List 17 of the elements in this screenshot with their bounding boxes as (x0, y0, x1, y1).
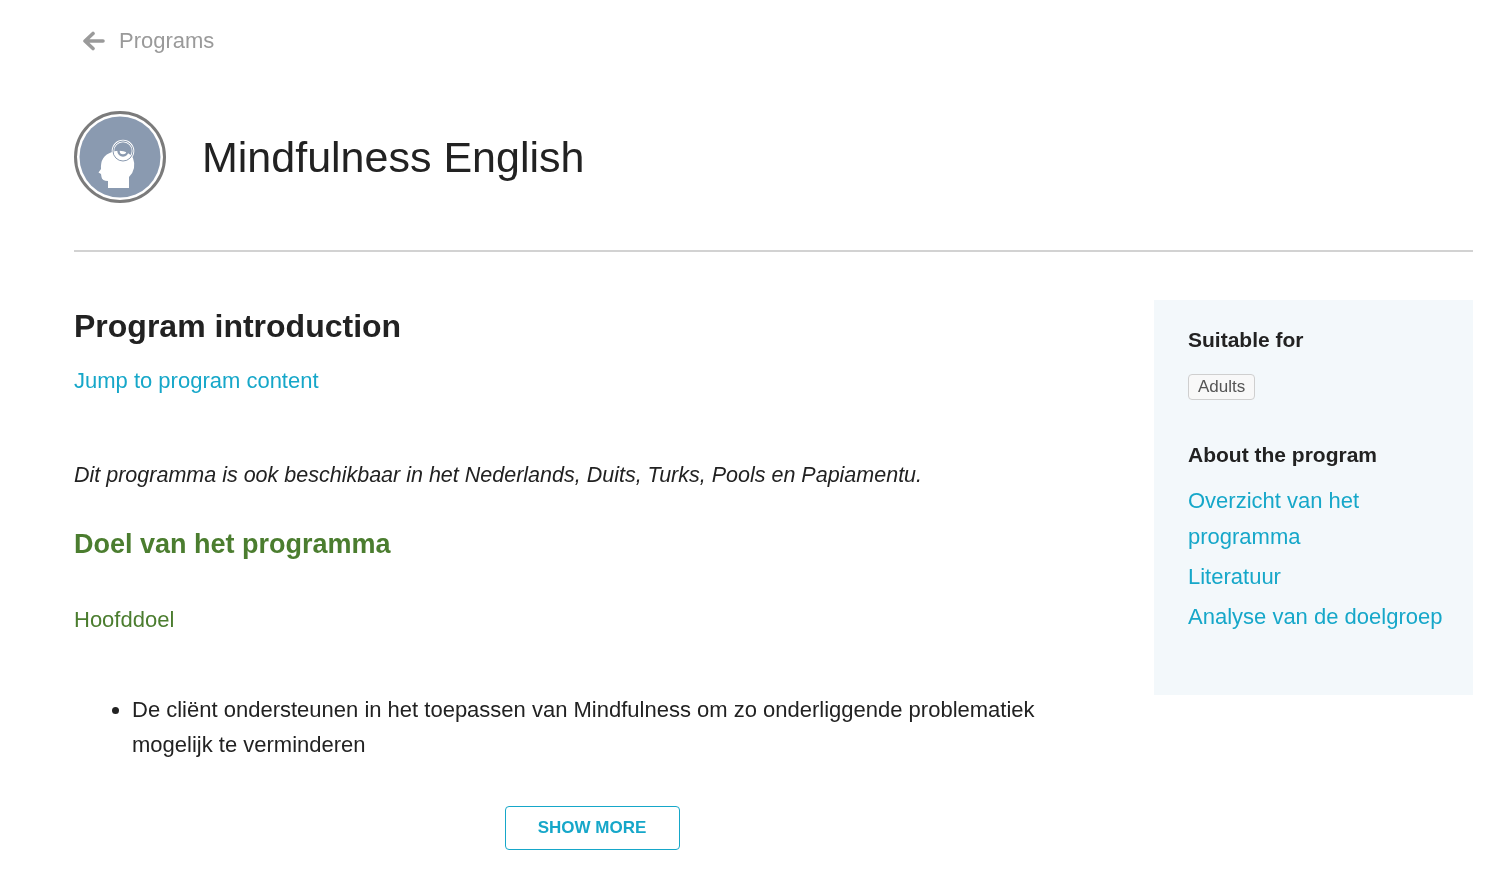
back-link[interactable]: Programs (82, 26, 215, 56)
sidebar-heading: About the program (1188, 442, 1378, 468)
show-more-button[interactable]: SHOW MORE (504, 806, 680, 850)
head-logo-icon (74, 111, 166, 203)
sidebar-link[interactable]: Literatuur (1188, 559, 1459, 595)
section-title: Program introduction (74, 307, 403, 346)
sidebar-link[interactable]: Overzicht van het programma (1188, 483, 1459, 555)
audience-tag: Adults (1188, 374, 1256, 400)
program-title: Mindfulness English (202, 132, 585, 182)
goal-heading: Doel van het programma (74, 528, 392, 561)
back-arrow-icon (82, 31, 105, 51)
sidebar-heading: Suitable for (1188, 327, 1305, 353)
goal-subheading: Hoofddoel (74, 606, 176, 634)
jump-link[interactable]: Jump to program content (74, 368, 319, 393)
sidebar-link[interactable]: Analyse van de doelgroep (1188, 599, 1459, 635)
goal-bullet-text: De cliënt ondersteunen in het toepassen van Mindfulness om zo onderliggende problematiek mogelijk te verminderen (132, 696, 1036, 759)
language-note: Dit programma is ook beschikbaar in het Nederlands, Duits, Turks, Pools en Papiamentu. (74, 462, 924, 489)
